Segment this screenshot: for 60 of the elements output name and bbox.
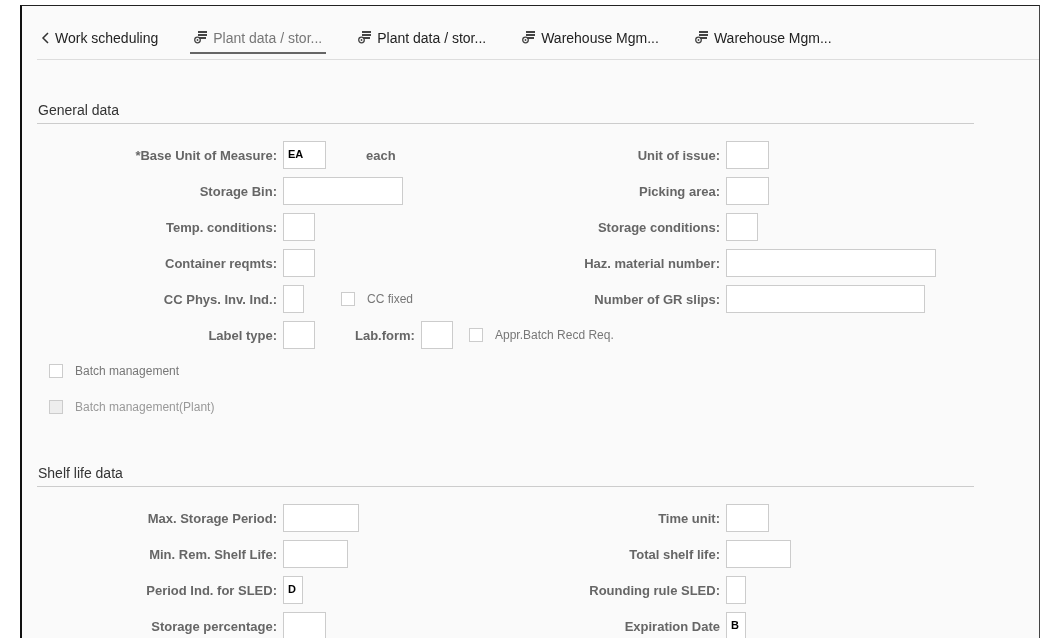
field-label: Container reqmts: xyxy=(164,255,277,271)
input-field[interactable] xyxy=(283,321,315,349)
field-label: Storage Bin: xyxy=(198,183,277,199)
field-label: CC Phys. Inv. Ind.: xyxy=(162,291,277,307)
tab[interactable]: Plant data / stor... xyxy=(354,21,491,54)
section-title: Shelf life data xyxy=(37,425,974,487)
input-field[interactable]: D xyxy=(283,576,303,604)
field-label: Expiration Date xyxy=(623,618,720,634)
input-field[interactable] xyxy=(283,612,326,638)
input-field[interactable] xyxy=(283,540,348,568)
back-chevron-icon xyxy=(41,31,49,44)
checkbox-label: Batch management xyxy=(75,364,180,378)
input-field[interactable]: EA xyxy=(283,141,326,169)
field-label: Total shelf life: xyxy=(628,546,720,562)
gear-stack-icon xyxy=(194,31,208,44)
unit-text: each xyxy=(366,147,396,163)
input-field[interactable] xyxy=(726,540,791,568)
tab[interactable]: Warehouse Mgm... xyxy=(518,21,663,54)
checkbox-label: Batch management(Plant) xyxy=(75,400,215,414)
field-label: Lab.form: xyxy=(355,327,415,343)
input-field[interactable] xyxy=(726,576,746,604)
field-label: Temp. conditions: xyxy=(165,219,277,235)
field-label: *Base Unit of Measure: xyxy=(134,147,277,163)
gear-stack-icon xyxy=(694,31,708,44)
field-label: Number of GR slips: xyxy=(593,291,720,307)
gear-stack-icon xyxy=(358,31,372,44)
tab[interactable]: Warehouse Mgm... xyxy=(690,21,836,54)
checkbox-label: CC fixed xyxy=(367,292,413,306)
checkbox-label: Appr.Batch Recd Req. xyxy=(495,328,614,342)
field-label: Storage percentage: xyxy=(150,618,277,634)
gear-stack-icon xyxy=(522,31,536,44)
input-field[interactable] xyxy=(726,504,769,532)
input-field[interactable] xyxy=(283,213,315,241)
field-label: Time unit: xyxy=(657,510,720,526)
section-title: General data xyxy=(37,60,974,124)
field-label: Storage conditions: xyxy=(596,219,720,235)
field-label: Label type: xyxy=(207,327,277,343)
input-field[interactable] xyxy=(283,504,359,532)
checkbox[interactable] xyxy=(49,364,63,378)
tab[interactable]: Plant data / stor... xyxy=(190,21,327,54)
checkbox[interactable] xyxy=(469,328,483,342)
input-field[interactable] xyxy=(283,177,403,205)
input-field[interactable] xyxy=(420,321,453,349)
input-field[interactable]: B xyxy=(726,612,746,638)
input-field[interactable] xyxy=(283,285,304,313)
input-field[interactable] xyxy=(726,177,769,205)
input-field[interactable] xyxy=(726,213,758,241)
field-label: Max. Storage Period: xyxy=(146,510,277,526)
input-field[interactable] xyxy=(726,285,925,313)
field-label: Haz. material number: xyxy=(583,255,720,271)
input-field[interactable] xyxy=(726,249,936,277)
input-field[interactable] xyxy=(283,249,315,277)
field-label: Min. Rem. Shelf Life: xyxy=(148,546,277,562)
field-label: Period Ind. for SLED: xyxy=(145,582,277,598)
checkbox[interactable] xyxy=(341,292,355,306)
field-label: Unit of issue: xyxy=(636,147,720,163)
tab[interactable]: Work scheduling xyxy=(37,21,163,54)
field-label: Picking area: xyxy=(638,183,720,199)
field-label: Rounding rule SLED: xyxy=(588,582,720,598)
input-field[interactable] xyxy=(726,141,769,169)
